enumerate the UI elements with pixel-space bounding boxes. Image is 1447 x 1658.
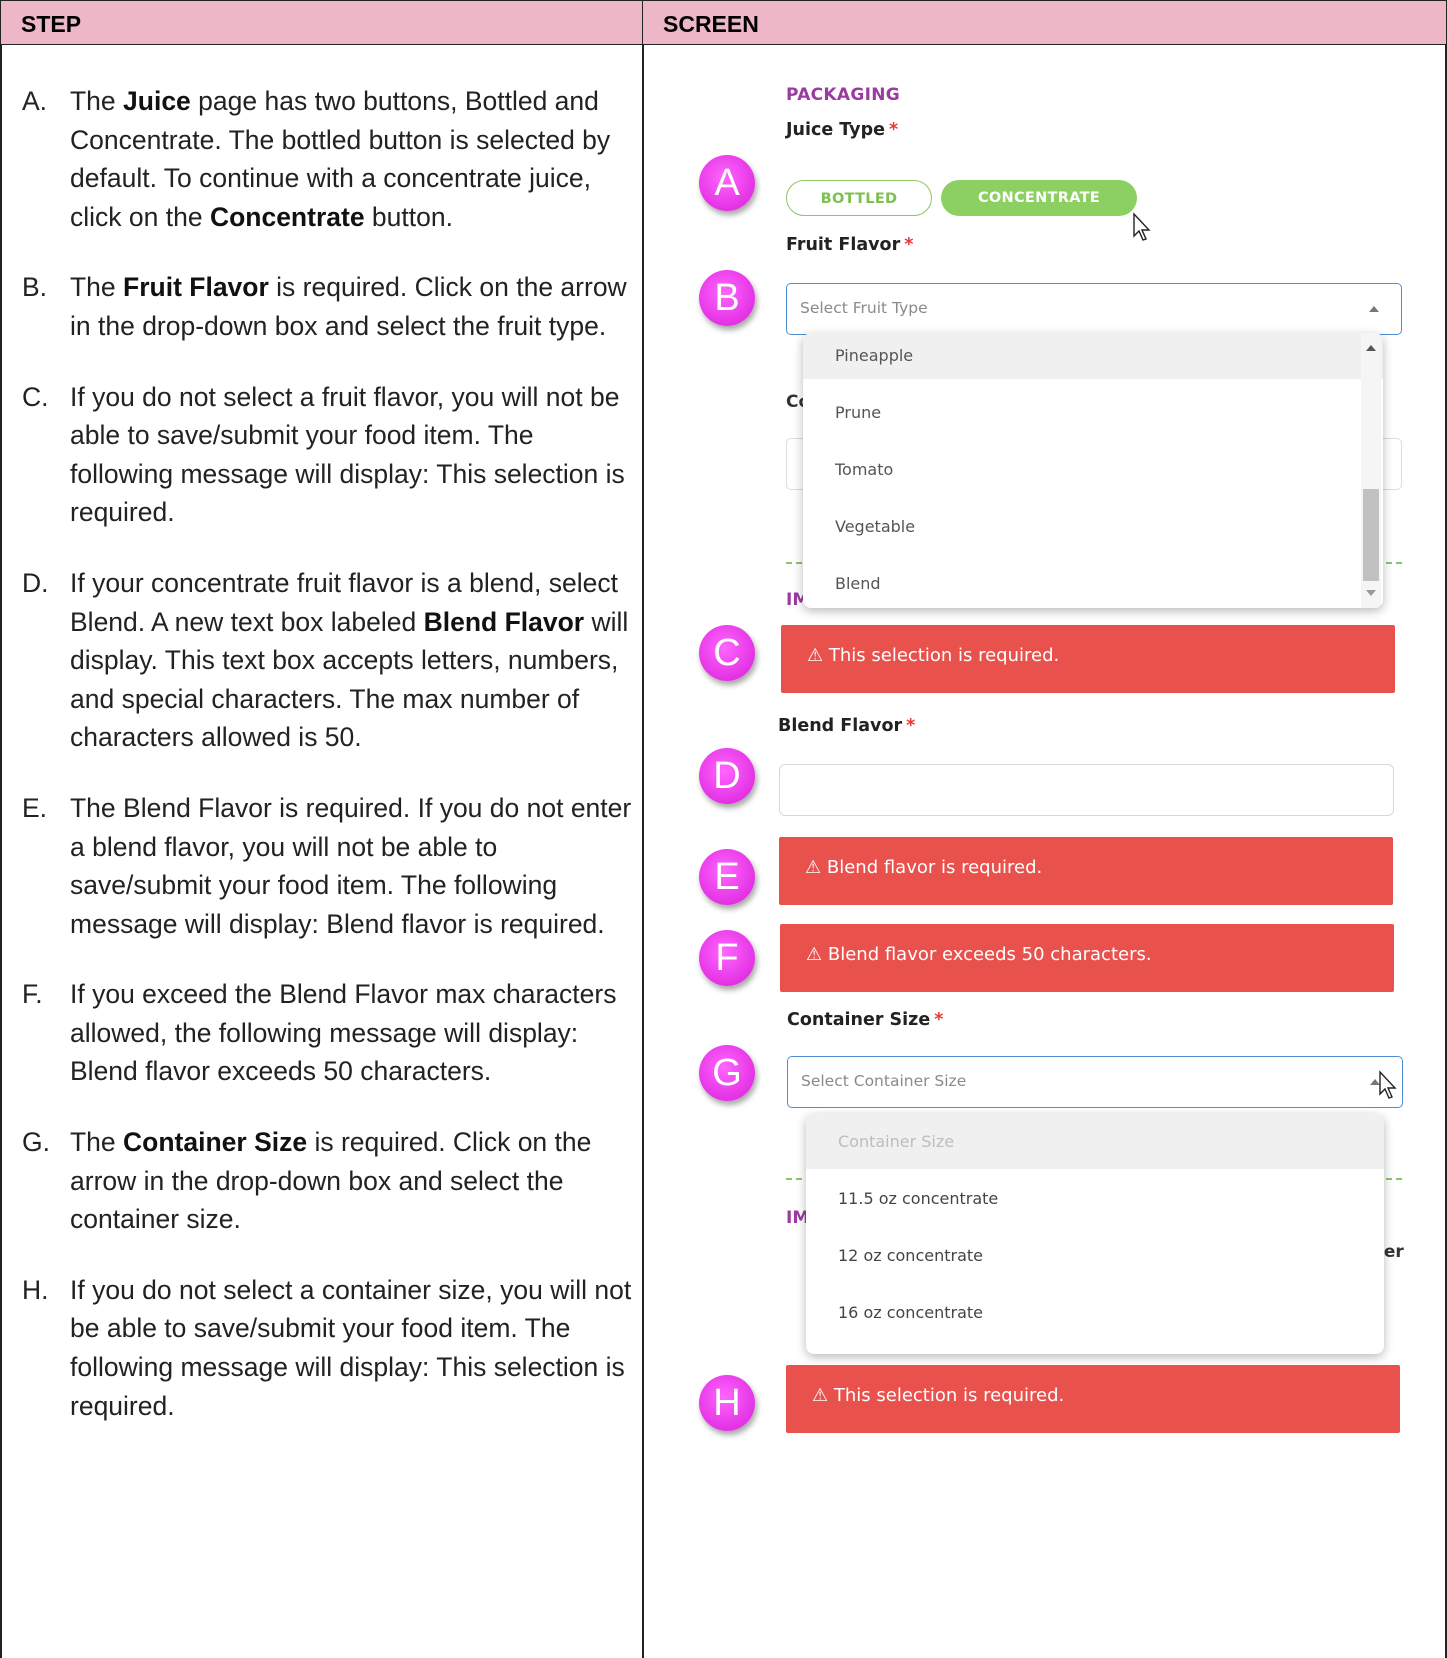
step-letter: G. (22, 1127, 50, 1158)
step-f: F. If you exceed the Blend Flavor max ch… (22, 975, 632, 1091)
container-size-select[interactable]: Select Container Size (787, 1056, 1403, 1108)
scroll-up-icon[interactable] (1366, 345, 1376, 351)
step-a: A. The Juice page has two buttons, Bottl… (22, 82, 632, 236)
blend-flavor-input[interactable] (779, 764, 1394, 816)
step-c: C. If you do not select a fruit flavor, … (22, 378, 632, 532)
callout-badge-g: G (699, 1045, 755, 1101)
step-d: D. If your concentrate fruit flavor is a… (22, 564, 632, 757)
fruit-flavor-label: Fruit Flavor * (786, 235, 914, 255)
bottled-button[interactable]: BOTTLED (786, 180, 932, 216)
error-alert-blend-exceeds: ⚠ Blend flavor exceeds 50 characters. (780, 924, 1394, 992)
juice-type-label: Juice Type * (786, 120, 899, 140)
alert-text: ⚠ Blend flavor exceeds 50 characters. (806, 944, 1152, 965)
callout-badge-d: D (699, 748, 755, 804)
step-g: G. The Container Size is required. Click… (22, 1123, 632, 1239)
fruit-option-pineapple[interactable]: Pineapple (835, 346, 913, 365)
fruit-option-blend[interactable]: Blend (835, 574, 881, 593)
step-letter: C. (22, 381, 49, 412)
step-letter: E. (22, 792, 48, 823)
table-border-middle (642, 45, 644, 1658)
container-option-12oz[interactable]: 12 oz concentrate (838, 1246, 983, 1265)
required-asterisk: * (906, 716, 916, 736)
required-asterisk: * (934, 1010, 944, 1030)
callout-badge-a: A (699, 155, 755, 211)
step-b: B. The Fruit Flavor is required. Click o… (22, 268, 632, 345)
callout-badge-e: E (699, 849, 755, 905)
step-letter: A. (22, 86, 48, 116)
section-title: PACKAGING (786, 85, 901, 105)
emphasis: Fruit Flavor (123, 272, 269, 303)
error-alert-selection-required: ⚠ This selection is required. (781, 625, 1395, 693)
screen-header-text: SCREEN (663, 11, 759, 37)
container-option-11-5oz[interactable]: 11.5 oz concentrate (838, 1189, 998, 1208)
scroll-down-icon[interactable] (1366, 590, 1376, 596)
error-alert-container-required: ⚠ This selection is required. (786, 1365, 1400, 1433)
required-asterisk: * (904, 235, 914, 255)
table-border-left (0, 45, 2, 1658)
step-letter: H. (22, 1274, 49, 1305)
dropdown-scrollbar[interactable] (1361, 333, 1381, 608)
caret-up-icon[interactable] (1369, 306, 1379, 312)
callout-badge-c: C (699, 625, 755, 681)
emphasis: Container Size (123, 1127, 308, 1158)
alert-text: ⚠ This selection is required. (807, 645, 1060, 666)
container-size-label: Container Size * (787, 1010, 944, 1030)
alert-text: ⚠ This selection is required. (812, 1385, 1065, 1406)
callout-badge-f: F (699, 930, 755, 986)
container-size-dropdown: Container Size 11.5 oz concentrate 12 oz… (806, 1114, 1384, 1354)
emphasis: Blend Flavor (423, 606, 585, 637)
step-h: H. If you do not select a container size… (22, 1271, 632, 1425)
mouse-cursor-icon (1379, 1070, 1397, 1099)
step-letter: B. (22, 272, 48, 303)
callout-badge-h: H (699, 1375, 755, 1431)
step-column-header: STEP (0, 0, 643, 45)
step-e: E. The Blend Flavor is required. If you … (22, 789, 632, 943)
steps-list: A. The Juice page has two buttons, Bottl… (22, 82, 632, 1457)
scrollbar-thumb[interactable] (1363, 489, 1379, 581)
error-alert-blend-required: ⚠ Blend flavor is required. (779, 837, 1393, 905)
container-option-16oz[interactable]: 16 oz concentrate (838, 1303, 983, 1322)
emphasis: Juice (123, 86, 191, 116)
emphasis: Concentrate (209, 201, 365, 232)
fruit-type-placeholder: Select Fruit Type (800, 299, 928, 317)
container-size-placeholder: Select Container Size (801, 1072, 967, 1090)
step-letter: D. (22, 567, 49, 598)
fruit-option-tomato[interactable]: Tomato (835, 460, 893, 479)
fruit-option-vegetable[interactable]: Vegetable (835, 517, 915, 536)
concentrate-button[interactable]: CONCENTRATE (941, 180, 1137, 216)
fruit-type-dropdown: Pineapple Prune Tomato Vegetable Blend (803, 333, 1383, 608)
step-header-text: STEP (21, 11, 82, 37)
fruit-type-select[interactable]: Select Fruit Type (786, 283, 1402, 335)
mouse-cursor-icon (1133, 212, 1151, 241)
required-asterisk: * (888, 120, 899, 140)
alert-text: ⚠ Blend flavor is required. (805, 857, 1043, 878)
container-option-header: Container Size (838, 1132, 955, 1151)
table-border-right (1445, 45, 1447, 1658)
screen-column-header: SCREEN (642, 0, 1447, 45)
callout-badge-b: B (699, 270, 755, 326)
blend-flavor-label: Blend Flavor * (778, 716, 916, 736)
fruit-option-prune[interactable]: Prune (835, 403, 881, 422)
step-letter: F. (22, 979, 43, 1010)
